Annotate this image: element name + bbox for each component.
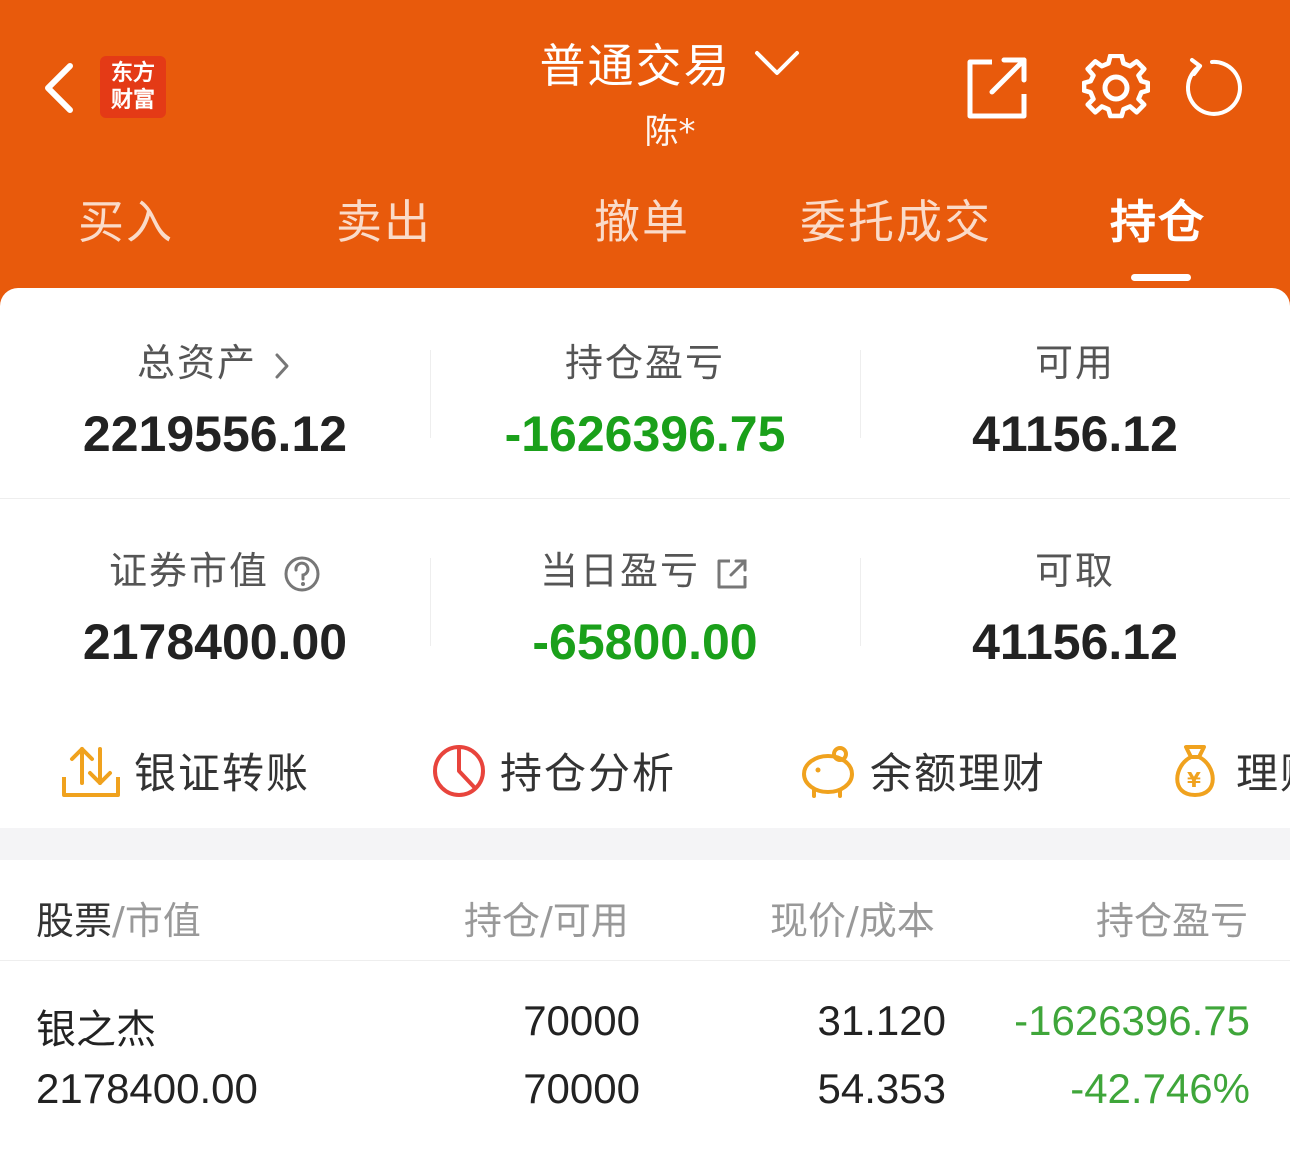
tab-sell[interactable]: 卖出: [336, 186, 432, 266]
account-name: 陈*: [644, 112, 696, 152]
col-header-pnl: 持仓盈亏: [1096, 899, 1249, 943]
table-row[interactable]: 银之杰 2178400.00 70000 70000 31.120 54.353…: [0, 961, 1290, 1149]
available-qty: 70000: [523, 1065, 640, 1112]
chevron-left-icon: [45, 63, 73, 113]
svg-text:¥: ¥: [1187, 768, 1203, 792]
market-value-value: 2178400.00: [82, 614, 348, 670]
daily-pnl-label-row: 当日盈亏: [430, 540, 860, 595]
back-button[interactable]: [36, 58, 86, 118]
tab-cancel-order[interactable]: 撤单: [594, 186, 690, 266]
pie-chart-icon: [433, 744, 485, 797]
app-logo: 东方 财富: [100, 56, 166, 118]
trade-tabs: 买入 卖出 撤单 委托成交 持仓: [0, 186, 1290, 266]
position-qty: 70000: [523, 997, 640, 1044]
chevron-down-icon: [754, 51, 799, 75]
tab-orders-trades[interactable]: 委托成交: [800, 186, 992, 266]
row-pnl: -1626396.75: [1014, 997, 1250, 1044]
col-header-stock: 股票/市值: [36, 890, 201, 945]
quick-action-balance-wealth[interactable]: 余额理财: [798, 740, 1046, 800]
quick-action-bank-transfer[interactable]: 银证转账: [60, 740, 310, 800]
col-header-market-value: /市值: [112, 899, 201, 943]
gear-icon: [1081, 53, 1151, 119]
share-icon: [967, 57, 1027, 119]
quick-action-wealth[interactable]: ¥ 理财: [1166, 740, 1290, 800]
available-value: 41156.12: [972, 406, 1178, 462]
daily-pnl-value: -65800.00: [532, 614, 758, 670]
logo-text-line2: 财富: [110, 88, 155, 113]
total-assets-label-row: 总资产: [0, 332, 430, 387]
position-pnl-value: -1626396.75: [504, 406, 786, 462]
refresh-icon: [1185, 58, 1242, 116]
withdrawable-value: 41156.12: [972, 614, 1178, 670]
holdings-table: 股票/市值 持仓/可用 现价/成本 持仓盈亏 银之杰 2178400.00 70…: [0, 860, 1290, 1149]
settings-button[interactable]: [1081, 53, 1151, 122]
position-pnl-label: 持仓盈亏: [564, 341, 725, 385]
total-assets-stat[interactable]: 总资产 2219556.12: [0, 332, 430, 463]
chevron-right-icon: [275, 353, 289, 378]
stock-name: 银之杰: [36, 1007, 156, 1053]
divider: [0, 498, 1290, 499]
logo-text-line1: 东方: [110, 61, 155, 86]
market-value-label: 证券市值: [108, 549, 269, 593]
quick-action-label: 银证转账: [134, 749, 311, 798]
daily-pnl-stat[interactable]: 当日盈亏 -65800.00: [430, 540, 860, 671]
page-title: 普通交易: [539, 39, 732, 93]
cost-price: 54.353: [817, 1065, 946, 1112]
share-button[interactable]: [962, 54, 1030, 122]
available-stat: 可用 41156.12: [860, 332, 1290, 463]
col-header-stock-name: 股票: [36, 899, 113, 943]
account-type-selector[interactable]: 普通交易 陈*: [520, 30, 820, 153]
withdrawable-label: 可取: [1034, 549, 1115, 593]
col-header-price: 现价/成本: [770, 899, 935, 943]
refresh-button[interactable]: [1180, 54, 1248, 122]
active-tab-indicator: [1131, 274, 1191, 281]
tab-positions[interactable]: 持仓: [1110, 186, 1206, 266]
quick-action-label: 持仓分析: [500, 749, 677, 798]
quick-action-position-analysis[interactable]: 持仓分析: [430, 740, 676, 800]
header: 东方 财富 普通交易 陈* 买入 卖出 撤单 委托成交 持仓: [0, 0, 1290, 320]
piggy-bank-icon: [802, 745, 854, 798]
daily-pnl-label: 当日盈亏: [539, 549, 700, 593]
money-bag-icon: ¥: [1175, 744, 1215, 797]
help-icon[interactable]: [283, 555, 321, 593]
current-price: 31.120: [817, 997, 946, 1044]
total-assets-label: 总资产: [136, 341, 257, 385]
withdrawable-stat: 可取 41156.12: [860, 540, 1290, 671]
market-value-label-row: 证券市值: [0, 540, 430, 595]
transfer-icon: [62, 746, 120, 797]
available-label: 可用: [1034, 341, 1115, 385]
position-pnl-stat: 持仓盈亏 -1626396.75: [430, 332, 860, 463]
quick-action-label: 理财: [1236, 749, 1290, 798]
total-assets-value: 2219556.12: [82, 406, 348, 462]
market-value-stat: 证券市值 2178400.00: [0, 540, 430, 671]
external-link-icon: [717, 559, 747, 588]
row-pnl-percent: -42.746%: [1070, 1065, 1250, 1112]
col-header-position: 持仓/可用: [464, 899, 629, 943]
tab-buy[interactable]: 买入: [78, 186, 174, 266]
quick-action-label: 余额理财: [870, 749, 1047, 798]
stock-market-value: 2178400.00: [36, 1065, 258, 1112]
